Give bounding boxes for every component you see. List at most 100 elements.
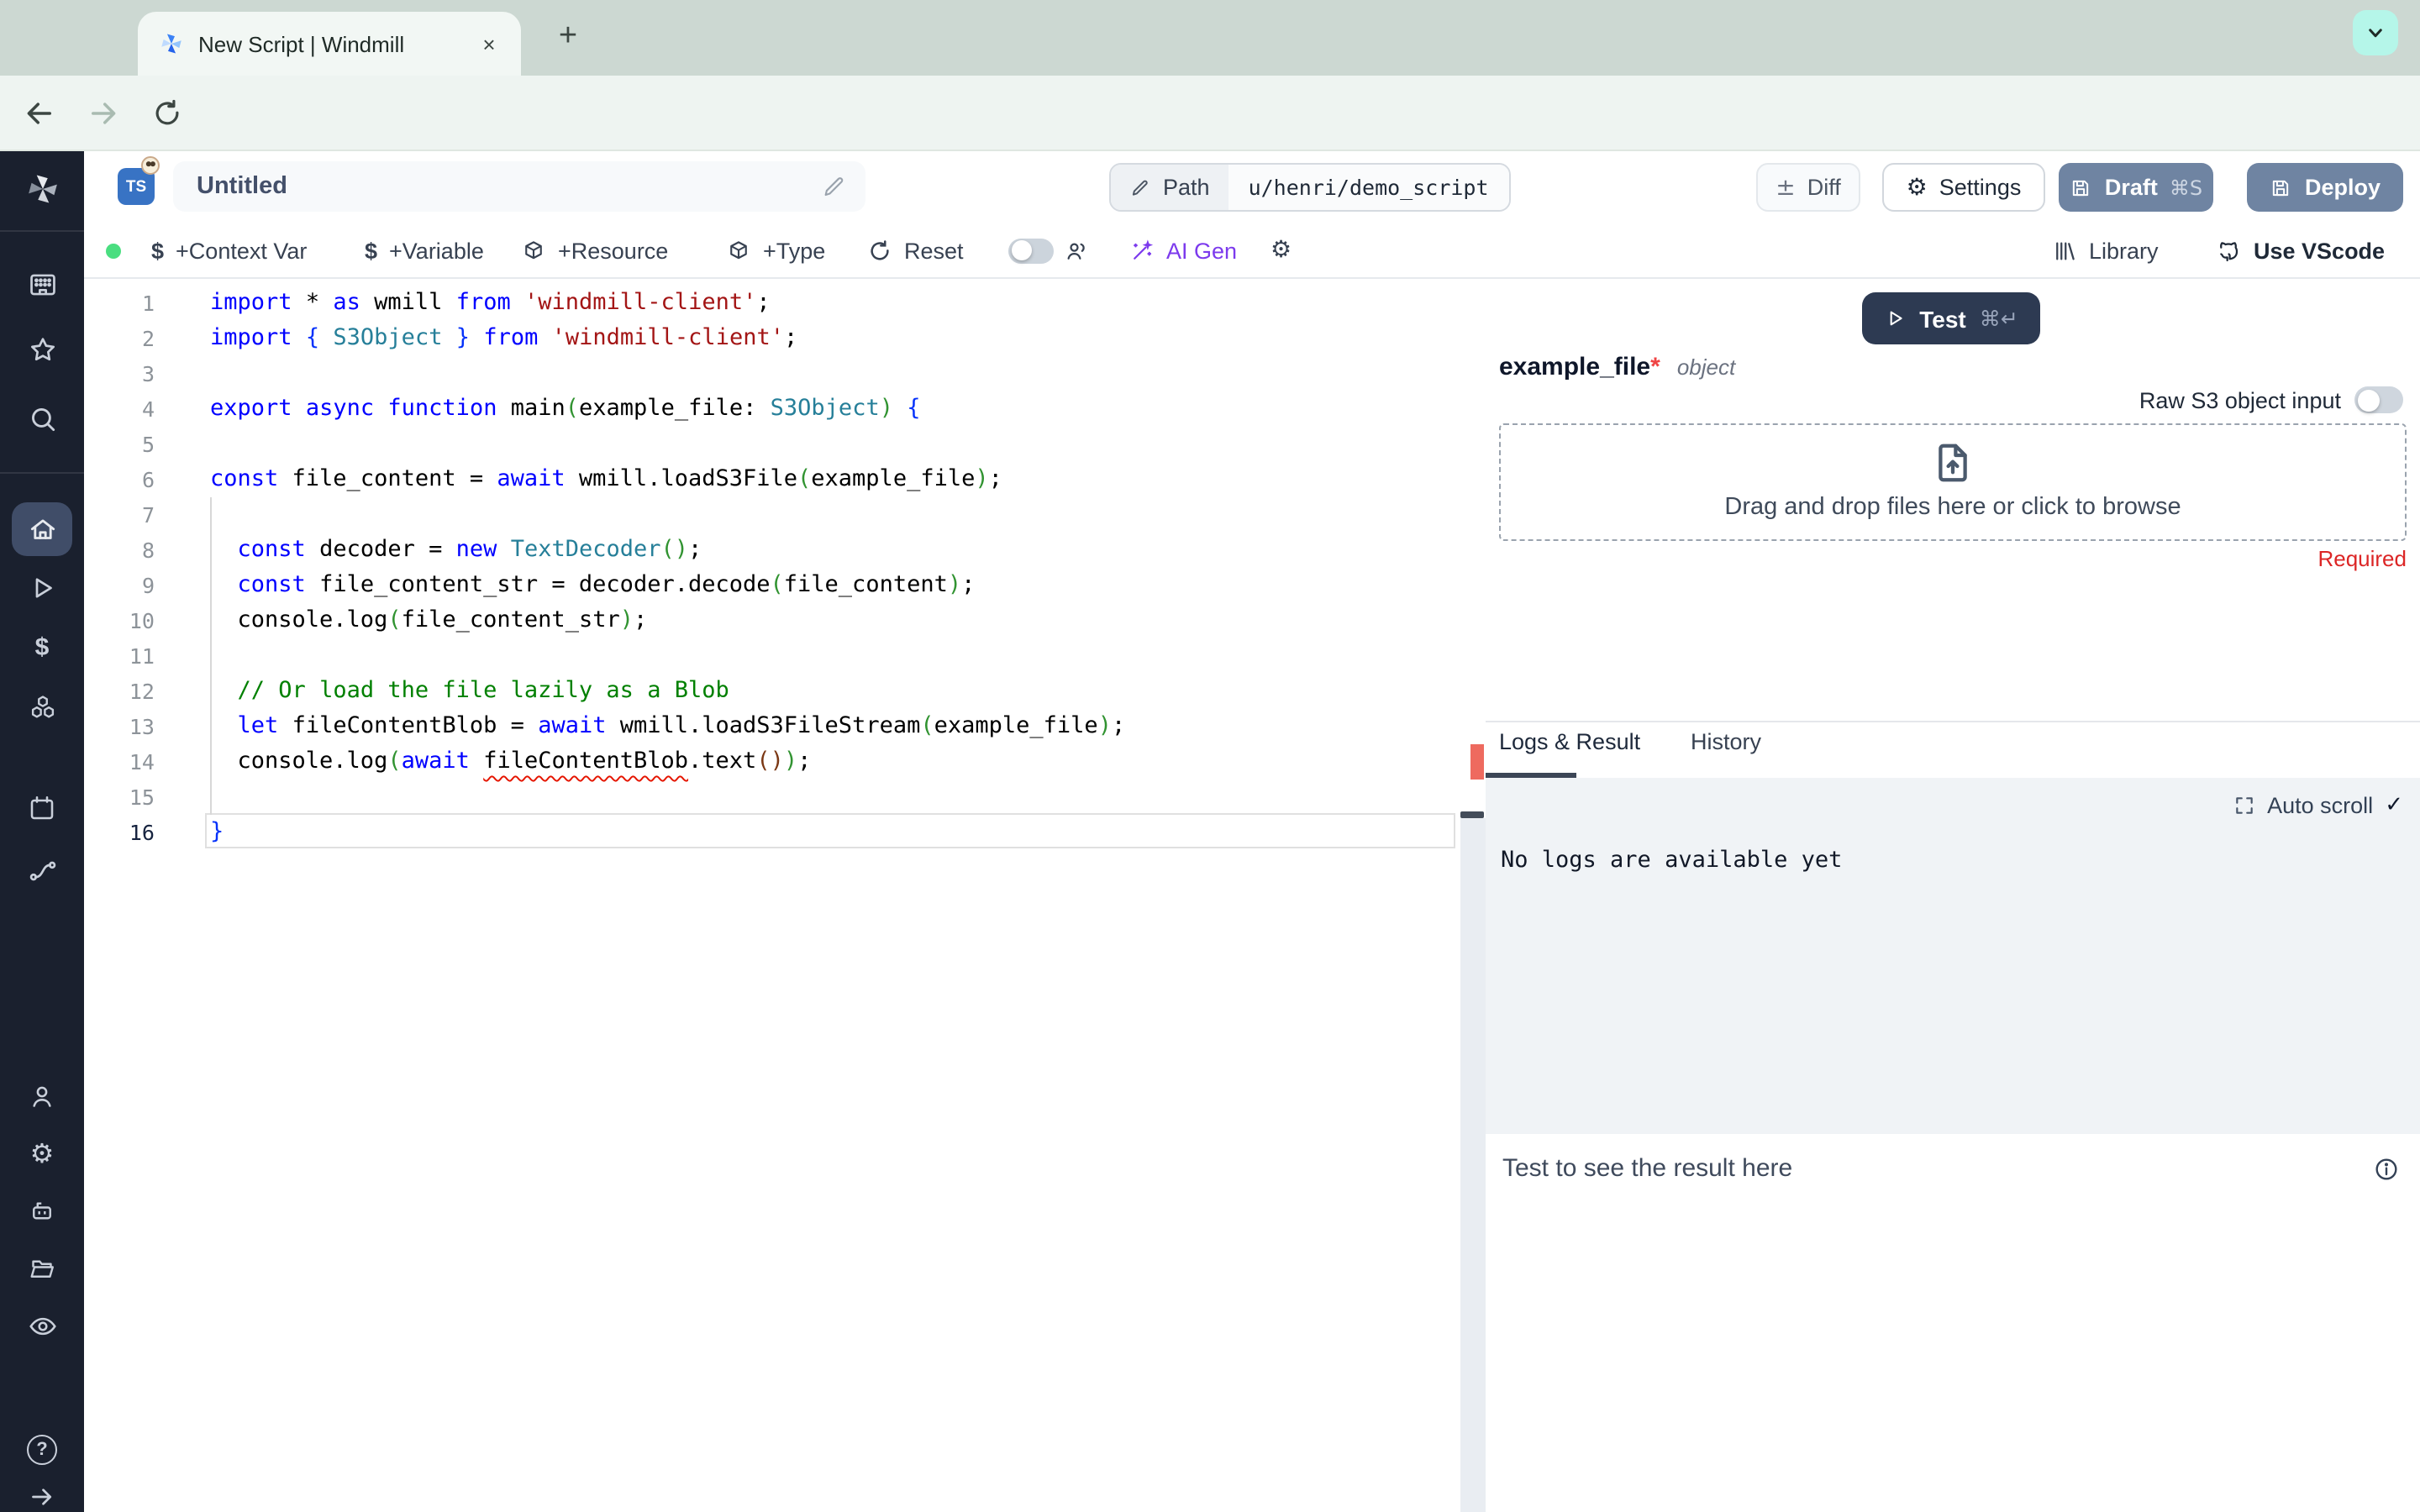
file-dropzone[interactable]: Drag and drop files here or click to bro… xyxy=(1499,423,2407,541)
library-button[interactable]: Library xyxy=(2052,223,2159,277)
refresh-icon[interactable] xyxy=(148,94,187,133)
sidebar-item-workers-robot-icon[interactable] xyxy=(0,1188,84,1235)
tab-history[interactable]: History xyxy=(1691,729,1761,754)
raw-s3-toggle[interactable] xyxy=(2354,386,2403,413)
browser-tabstrip: New Script | Windmill × + xyxy=(0,0,2420,76)
sidebar-item-search-icon[interactable] xyxy=(0,395,84,442)
draft-button[interactable]: Draft ⌘S xyxy=(2059,163,2213,212)
screen: New Script | Windmill × + app.windmill.d… xyxy=(0,0,2420,1512)
line-number: 15 xyxy=(129,785,155,810)
splitter-drag-handle[interactable] xyxy=(1470,744,1484,780)
line-number: 8 xyxy=(141,538,155,563)
multiplayer-icon[interactable] xyxy=(1064,223,1089,277)
code-line[interactable]: 2 import { S3Object } from 'windmill-clie… xyxy=(84,321,1460,356)
test-shortcut: ⌘↵ xyxy=(1979,306,2018,331)
file-upload-icon xyxy=(1930,440,1975,486)
sidebar-item-apps[interactable] xyxy=(0,260,84,307)
code-line[interactable]: 16} xyxy=(84,815,1460,850)
tab-title: New Script | Windmill xyxy=(198,31,405,56)
code-text: import * as wmill from 'windmill-client'… xyxy=(210,289,771,316)
browser-tab[interactable]: New Script | Windmill × xyxy=(138,12,521,76)
sidebar-divider xyxy=(0,230,84,232)
line-number: 2 xyxy=(141,326,155,351)
code-line[interactable]: 11 xyxy=(84,638,1460,674)
line-number: 3 xyxy=(141,361,155,386)
editor-settings-gear-icon[interactable]: ⚙ xyxy=(1270,223,1292,277)
reset-button[interactable]: Reset xyxy=(867,223,964,277)
line-number: 14 xyxy=(129,749,155,774)
sidebar-item-resources-cubes-icon[interactable] xyxy=(0,684,84,731)
new-tab-button[interactable]: + xyxy=(546,15,590,59)
tab-close-icon[interactable]: × xyxy=(474,29,504,59)
auto-scroll-control[interactable]: Auto scroll ✓ xyxy=(2233,793,2403,818)
sidebar-expand-arrow-icon[interactable] xyxy=(0,1473,84,1512)
ai-gen-button[interactable]: AI Gen xyxy=(1129,223,1237,277)
code-editor[interactable]: 1 import * as wmill from 'windmill-client… xyxy=(84,279,1460,1512)
gear-icon: ⚙ xyxy=(1906,174,1928,201)
save-icon xyxy=(2073,179,2090,196)
test-button[interactable]: Test ⌘↵ xyxy=(1862,292,2040,344)
add-variable-button[interactable]: $ +Variable xyxy=(365,223,484,277)
code-text: const file_content = await wmill.loadS3F… xyxy=(210,465,1002,492)
sidebar-item-help-icon[interactable]: ? xyxy=(0,1426,84,1473)
code-line[interactable]: 12 // Or load the file lazily as a Blob xyxy=(84,674,1460,709)
sidebar-item-variables-dollar-icon[interactable]: $ xyxy=(0,623,84,670)
add-resource-button[interactable]: +Resource xyxy=(521,223,668,277)
code-line[interactable]: 1 import * as wmill from 'windmill-client… xyxy=(84,286,1460,321)
path-value[interactable]: u/henri/demo_script xyxy=(1228,165,1509,210)
sidebar-item-favorites-star-icon[interactable] xyxy=(0,326,84,373)
code-text: const file_content_str = decoder.decode(… xyxy=(237,571,976,598)
sidebar-item-schedules-calendar-icon[interactable] xyxy=(0,785,84,832)
use-vscode-button[interactable]: Use VScode xyxy=(2215,223,2385,277)
edit-title-pencil-icon[interactable] xyxy=(820,173,847,200)
sidebar-item-runs-play-icon[interactable] xyxy=(0,564,84,612)
line-number: 13 xyxy=(129,714,155,739)
assistant-toggle[interactable] xyxy=(1008,223,1054,277)
code-line[interactable]: 3 xyxy=(84,356,1460,391)
line-number: 9 xyxy=(141,573,155,598)
add-context-var-button[interactable]: $ +Context Var xyxy=(151,223,307,277)
script-title-input[interactable]: Untitled xyxy=(173,161,865,212)
code-line[interactable]: 15 xyxy=(84,780,1460,815)
pane-splitter[interactable] xyxy=(1460,279,1486,1512)
code-line[interactable]: 8 const decoder = new TextDecoder(); xyxy=(84,533,1460,568)
line-number: 7 xyxy=(141,502,155,528)
back-icon[interactable] xyxy=(20,94,59,133)
sidebar-item-flows-icon[interactable] xyxy=(0,847,84,894)
sidebar: $ ⚙ ? xyxy=(0,151,84,1512)
code-line[interactable]: 14 console.log(await fileContentBlob.tex… xyxy=(84,744,1460,780)
wand-icon xyxy=(1134,239,1154,259)
line-number: 4 xyxy=(141,396,155,422)
code-line[interactable]: 13 let fileContentBlob = await wmill.loa… xyxy=(84,709,1460,744)
code-line[interactable]: 6 const file_content = await wmill.loadS3… xyxy=(84,462,1460,497)
line-number: 10 xyxy=(129,608,155,633)
code-text: const decoder = new TextDecoder(); xyxy=(237,536,702,563)
argument-type: object xyxy=(1676,354,1736,380)
sidebar-item-user-icon[interactable] xyxy=(0,1074,84,1121)
argument-name: example_file xyxy=(1499,353,1651,381)
sidebar-item-folders-icon[interactable] xyxy=(0,1245,84,1292)
sidebar-item-audit-eye-icon[interactable] xyxy=(0,1302,84,1349)
code-line[interactable]: 7 xyxy=(84,497,1460,533)
tab-logs-result[interactable]: Logs & Result xyxy=(1499,729,1640,754)
package-icon xyxy=(730,240,747,259)
code-line[interactable]: 4 export async function main(example_file… xyxy=(84,391,1460,427)
code-line[interactable]: 5 xyxy=(84,427,1460,462)
sidebar-item-home-icon[interactable] xyxy=(0,506,84,553)
path-chip[interactable]: Path u/henri/demo_script xyxy=(1109,163,1511,212)
info-icon[interactable] xyxy=(2373,1156,2400,1183)
settings-button[interactable]: ⚙ Settings xyxy=(1882,163,2045,212)
sidebar-item-settings-gear-icon[interactable]: ⚙ xyxy=(0,1131,84,1178)
diff-button[interactable]: ± Diff xyxy=(1756,163,1860,212)
windmill-logo-icon[interactable] xyxy=(0,165,84,212)
tab-search-chevron-icon[interactable] xyxy=(2353,10,2398,55)
forward-icon[interactable] xyxy=(84,94,123,133)
code-line[interactable]: 10 console.log(file_content_str); xyxy=(84,603,1460,638)
deploy-button[interactable]: Deploy xyxy=(2247,163,2403,212)
code-line[interactable]: 9 const file_content_str = decoder.decod… xyxy=(84,568,1460,603)
scrollbar-thumb[interactable] xyxy=(1460,811,1484,818)
raw-s3-label: Raw S3 object input xyxy=(2139,387,2341,412)
add-type-button[interactable]: +Type xyxy=(726,223,825,277)
check-icon: ✓ xyxy=(2385,793,2403,818)
code-text: console.log(await fileContentBlob.text()… xyxy=(210,748,812,774)
